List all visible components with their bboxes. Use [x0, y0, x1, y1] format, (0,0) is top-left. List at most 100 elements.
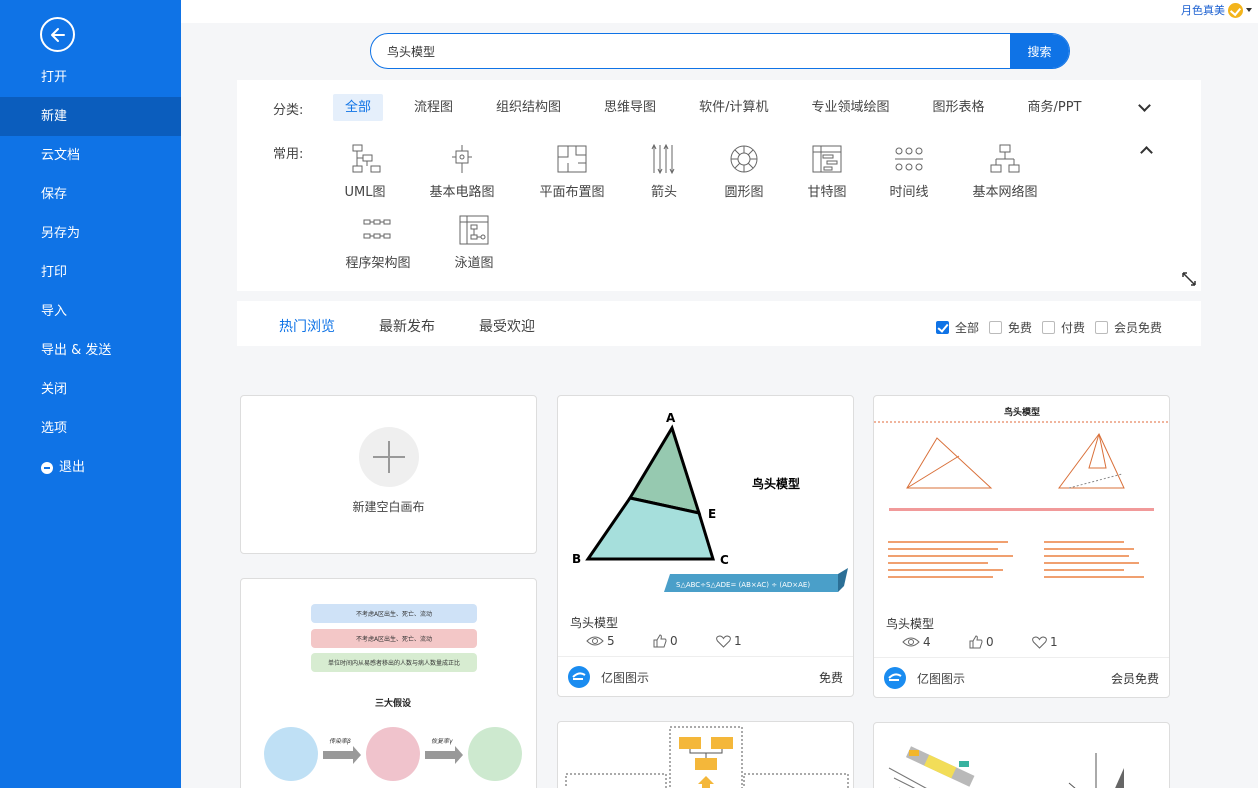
checkbox-checked-icon — [936, 321, 949, 334]
circuit-icon — [452, 145, 472, 173]
chevron-up-icon[interactable] — [1140, 146, 1153, 159]
common-item-uml[interactable]: UML图 — [320, 143, 410, 200]
vip-badge-icon — [1228, 2, 1243, 18]
category-tab-all[interactable]: 全部 — [333, 94, 384, 121]
category-tab-mind-map[interactable]: 思维导图 — [592, 94, 668, 121]
template-thumbnail — [565, 726, 849, 788]
template-author: 亿图图示 — [917, 672, 966, 686]
eye-icon — [902, 637, 920, 647]
views-stat: 5 — [586, 634, 653, 648]
common-item-label: 基本网络图 — [972, 185, 1038, 200]
tab-latest[interactable]: 最新发布 — [379, 316, 435, 336]
chevron-down-icon[interactable] — [1138, 99, 1151, 112]
filter-all-checkbox[interactable]: 全部 — [936, 319, 979, 336]
common-item-circuit[interactable]: 基本电路图 — [417, 143, 507, 200]
category-tab-graphic-table[interactable]: 图形表格 — [920, 94, 996, 121]
template-thumbnail: 鸟头模型 — [874, 406, 1169, 578]
template-price: 会员免费 — [1110, 672, 1159, 686]
template-card[interactable]: A B C E 鸟头模型 S△ABC÷S△ADE= (AB×AC) ÷ (AD×… — [557, 395, 854, 697]
category-panel: 分类: 全部 流程图 组织结构图 思维导图 软件/计算机 专业领域绘图 图形表格… — [237, 80, 1201, 291]
top-bar: 月色真美 — [181, 0, 1258, 23]
sidebar: 打开 新建 云文档 保存 另存为 打印 导入 导出 & 发送 关闭 选项 退出 — [0, 0, 181, 788]
sidebar-item-label: 另存为 — [41, 226, 81, 241]
category-tab-professional[interactable]: 专业领域绘图 — [799, 94, 901, 121]
template-card[interactable]: 鸟头模型 鸟头模型 4 0 1 亿图图示 会员免费 — [873, 395, 1170, 698]
template-card[interactable]: 不考虑A区出生、死亡、流动 不考虑A区出生、死亡、流动 单位时间内从易感者移出的… — [240, 578, 537, 788]
template-title: 鸟头模型 — [886, 617, 935, 631]
plus-icon — [359, 427, 419, 487]
template-thumbnail: 不考虑A区出生、死亡、流动 不考虑A区出生、死亡、流动 单位时间内从易感者移出的… — [264, 604, 522, 781]
category-tabs: 全部 流程图 组织结构图 思维导图 软件/计算机 专业领域绘图 图形表格 商务/… — [333, 94, 1112, 121]
filter-paid-checkbox[interactable]: 付费 — [1042, 319, 1085, 336]
sidebar-item-export-send[interactable]: 导出 & 发送 — [0, 331, 181, 370]
sidebar-item-open[interactable]: 打开 — [0, 58, 181, 97]
template-footer: 亿图图示 免费 — [558, 656, 853, 696]
tab-most-popular[interactable]: 最受欢迎 — [479, 316, 535, 336]
sidebar-item-options[interactable]: 选项 — [0, 409, 181, 448]
network-icon — [990, 144, 1020, 173]
thumbnail-heading: 鸟头模型 — [752, 476, 800, 491]
gantt-icon — [812, 145, 842, 173]
favorites-stat[interactable]: 1 — [1032, 635, 1058, 649]
sidebar-item-save-as[interactable]: 另存为 — [0, 214, 181, 253]
common-item-floorplan[interactable]: 平面布置图 — [527, 143, 617, 200]
user-menu[interactable]: 月色真美 — [1181, 2, 1252, 18]
sidebar-item-import[interactable]: 导入 — [0, 292, 181, 331]
sidebar-item-label: 新建 — [41, 109, 68, 124]
arrow-label: 传染率β — [329, 737, 351, 745]
category-tab-flowchart[interactable]: 流程图 — [402, 94, 465, 121]
common-item-swimlane[interactable]: 泳道图 — [429, 214, 519, 271]
common-item-arrow[interactable]: 箭头 — [619, 143, 709, 200]
favorites-count: 1 — [1050, 635, 1058, 649]
likes-stat[interactable]: 0 — [969, 635, 1032, 649]
common-item-label: 程序架构图 — [345, 256, 411, 271]
back-arrow-icon[interactable] — [40, 17, 75, 52]
favorites-stat[interactable]: 1 — [716, 634, 742, 648]
common-item-gantt[interactable]: 甘特图 — [782, 143, 872, 200]
uml-icon — [352, 144, 381, 173]
common-item-label: UML图 — [344, 185, 386, 200]
search-input[interactable] — [371, 34, 1011, 68]
assumption-label: 单位时间内从易感者移出的人数与病人数量成正比 — [328, 659, 460, 667]
common-item-timeline[interactable]: 时间线 — [864, 143, 954, 200]
template-author: 亿图图示 — [601, 671, 650, 685]
sidebar-item-save[interactable]: 保存 — [0, 175, 181, 214]
common-item-program-arch[interactable]: 程序架构图 — [333, 214, 423, 271]
template-card[interactable] — [873, 722, 1170, 788]
sidebar-item-new[interactable]: 新建 — [0, 97, 181, 136]
sidebar-item-label: 选项 — [41, 421, 68, 436]
category-tab-software[interactable]: 软件/计算机 — [687, 94, 780, 121]
tab-hot[interactable]: 热门浏览 — [279, 316, 335, 336]
sidebar-item-cloud-docs[interactable]: 云文档 — [0, 136, 181, 175]
category-tab-business-ppt[interactable]: 商务/PPT — [1015, 94, 1093, 121]
program-arch-icon — [363, 219, 391, 239]
sidebar-item-label: 云文档 — [41, 148, 81, 163]
category-tab-org-chart[interactable]: 组织结构图 — [484, 94, 573, 121]
common-item-label: 时间线 — [889, 185, 929, 200]
common-item-network[interactable]: 基本网络图 — [960, 143, 1050, 200]
checkbox-label: 全部 — [955, 321, 980, 335]
likes-stat[interactable]: 0 — [653, 634, 716, 648]
checkbox-icon — [989, 321, 1002, 334]
common-item-label: 基本电路图 — [429, 185, 495, 200]
filter-member-free-checkbox[interactable]: 会员免费 — [1095, 319, 1162, 336]
new-blank-canvas-label: 新建空白画布 — [352, 500, 425, 514]
views-count: 5 — [607, 634, 615, 648]
new-blank-canvas-card[interactable]: 新建空白画布 — [240, 395, 537, 554]
search-button[interactable]: 搜索 — [1010, 34, 1069, 68]
expand-icon[interactable] — [1182, 272, 1196, 286]
filter-free-checkbox[interactable]: 免费 — [989, 319, 1032, 336]
common-item-label: 平面布置图 — [539, 185, 605, 200]
template-stats: 4 0 1 — [902, 635, 1058, 649]
template-card[interactable] — [557, 721, 854, 788]
assumption-label: 不考虑A区出生、死亡、流动 — [356, 635, 432, 643]
assumption-label: 不考虑A区出生、死亡、流动 — [356, 610, 432, 618]
sidebar-item-close[interactable]: 关闭 — [0, 370, 181, 409]
exit-icon — [41, 461, 53, 474]
sidebar-item-exit[interactable]: 退出 — [0, 448, 181, 487]
sidebar-item-print[interactable]: 打印 — [0, 253, 181, 292]
common-item-circle-chart[interactable]: 圆形图 — [699, 143, 789, 200]
search-bar: 搜索 — [370, 33, 1070, 69]
username: 月色真美 — [1181, 4, 1225, 17]
common-label: 常用: — [273, 147, 304, 162]
